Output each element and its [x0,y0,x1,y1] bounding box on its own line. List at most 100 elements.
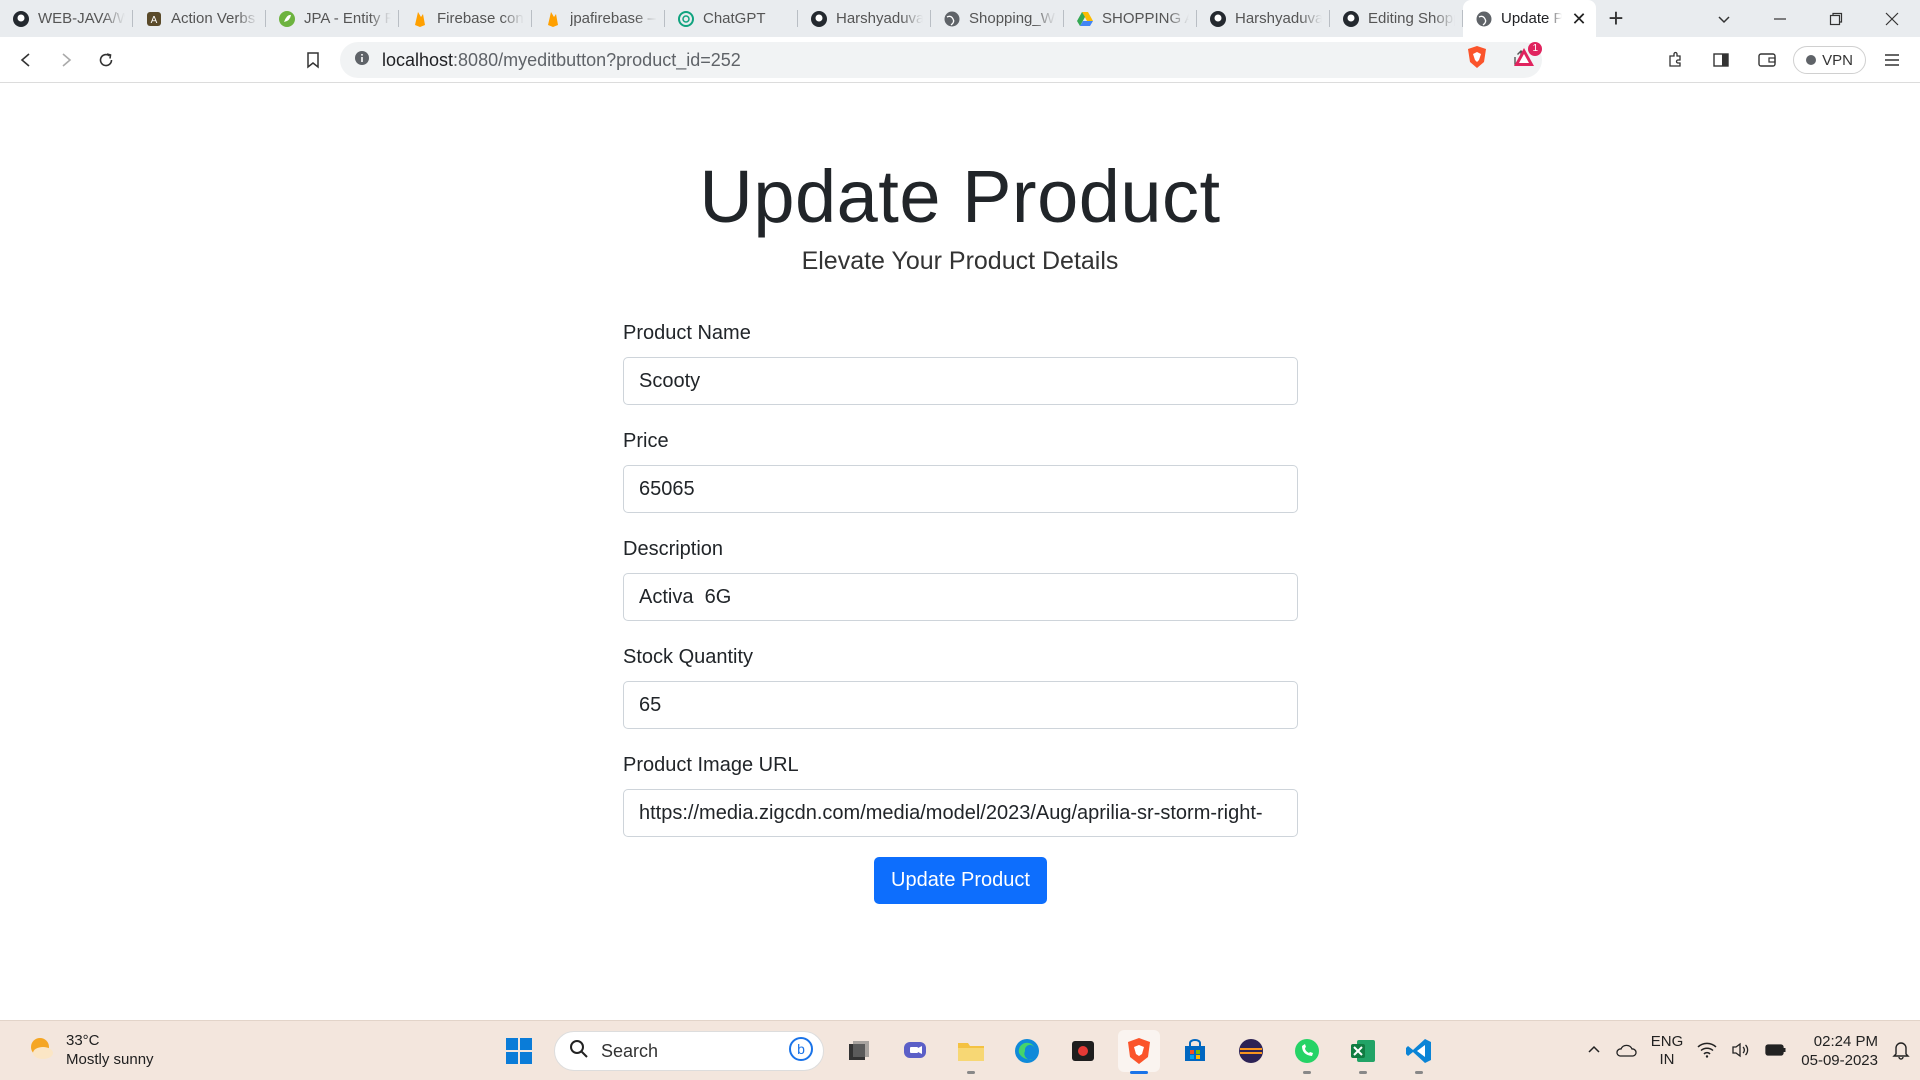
weather-widget[interactable]: 33°C Mostly sunny [26,1031,154,1069]
firebase-icon [544,10,562,28]
browser-tab[interactable]: A Action Verbs [133,0,266,37]
globe-icon [1475,10,1493,28]
battery-charging-icon[interactable] [1765,1043,1787,1060]
screen-recorder-icon[interactable] [1062,1030,1104,1072]
browser-tab[interactable]: Update Product ✕ [1463,0,1596,37]
browser-tab[interactable]: Harshyaduvans [798,0,931,37]
tab-label: Update Product [1501,10,1562,27]
edge-browser-icon[interactable] [1006,1030,1048,1072]
price-label: Price [623,430,669,452]
language-indicator[interactable]: ENG IN [1651,1033,1684,1069]
tab-label: jpafirebase – [570,10,656,27]
window-controls [1696,0,1920,37]
brave-rewards-icon[interactable]: 1 [1512,42,1542,73]
running-indicator [1415,1071,1423,1074]
restore-button[interactable] [1808,0,1864,37]
windows-taskbar: 33°C Mostly sunny Search b ENG IN 02:24 … [0,1020,1920,1080]
extensions-icon[interactable] [1655,42,1695,78]
browser-tab[interactable]: jpafirebase – [532,0,665,37]
description-label: Description [623,538,724,560]
browser-tab[interactable]: Firebase console [399,0,532,37]
taskbar-apps: Search b [498,1027,1440,1075]
brave-browser-icon[interactable] [1118,1030,1160,1074]
file-explorer-icon[interactable] [950,1030,992,1074]
description-input[interactable] [623,573,1298,621]
active-indicator [1130,1071,1148,1074]
wallet-icon[interactable] [1747,42,1787,78]
update-product-button[interactable]: Update Product [874,857,1047,904]
leaf-icon [278,10,296,28]
wifi-icon[interactable] [1697,1042,1717,1061]
excel-icon[interactable] [1342,1030,1384,1074]
vpn-label: VPN [1822,51,1853,69]
bing-icon: b [789,1036,813,1066]
minimize-button[interactable] [1752,0,1808,37]
browser-tab[interactable]: ChatGPT [665,0,798,37]
clock-time: 02:24 PM [1813,1033,1878,1050]
tab-search-chevron-icon[interactable] [1696,0,1752,37]
svg-text:b: b [797,1041,805,1057]
onedrive-cloud-icon[interactable] [1615,1042,1637,1061]
close-window-button[interactable] [1864,0,1920,37]
search-placeholder: Search [601,1040,659,1061]
browser-tab[interactable]: JPA - Entity Rela [266,0,399,37]
tab-label: SHOPPING APP [1102,10,1189,27]
weather-temp: 33°C [66,1032,100,1049]
menu-hamburger-icon[interactable] [1872,42,1912,78]
microsoft-store-icon[interactable] [1174,1030,1216,1072]
browser-tab[interactable]: Editing Shopping [1330,0,1463,37]
whatsapp-icon[interactable] [1286,1030,1328,1074]
lang-top: ENG [1650,1033,1684,1050]
forward-arrow-icon[interactable] [46,42,86,78]
windows-start-icon[interactable] [498,1030,540,1072]
system-clock[interactable]: 02:24 PM 05-09-2023 [1801,1032,1878,1070]
browser-tab[interactable]: Shopping_Web [931,0,1064,37]
tab-label: Harshyaduvans [1235,10,1322,27]
price-input[interactable] [623,465,1298,513]
browser-tab[interactable]: Harshyaduvans [1197,0,1330,37]
product-name-input[interactable] [623,357,1298,405]
vpn-button[interactable]: VPN [1793,46,1866,74]
image-url-input[interactable] [623,789,1298,837]
stock-quantity-label: Stock Quantity [623,646,754,668]
url-host: localhost [382,49,454,70]
bookmark-icon[interactable] [293,42,333,78]
close-tab-icon[interactable]: ✕ [1570,10,1588,28]
toolbar-right: VPN [1655,37,1920,83]
reload-icon[interactable] [86,42,126,78]
running-indicator [967,1071,975,1074]
address-bar[interactable]: localhost:8080/myeditbutton?product_id=2… [340,42,1542,78]
new-tab-button[interactable]: + [1596,0,1636,37]
alert-count-badge: 1 [1528,42,1542,56]
taskbar-search-box[interactable]: Search b [554,1031,824,1071]
back-arrow-icon[interactable] [6,42,46,78]
site-info-icon[interactable] [354,50,370,71]
task-view-icon[interactable] [838,1030,880,1072]
browser-tab[interactable]: WEB-JAVA/WEB [0,0,133,37]
github-icon [1209,10,1227,28]
vscode-icon[interactable] [1398,1030,1440,1074]
eclipse-ide-icon[interactable] [1230,1030,1272,1072]
stock-quantity-input[interactable] [623,681,1298,729]
running-indicator [1303,1071,1311,1074]
sun-cloud-icon [26,1033,56,1068]
tab-label: Editing Shopping [1368,10,1455,27]
github-icon [12,10,30,28]
sidebar-icon[interactable] [1701,42,1741,78]
submit-row: Update Product [623,849,1298,904]
notification-bell-icon[interactable] [1892,1040,1910,1063]
chevron-up-icon[interactable] [1587,1043,1601,1060]
url-path: :8080/myeditbutton?product_id=252 [453,49,741,70]
browser-tab[interactable]: SHOPPING APP [1064,0,1197,37]
url-text: localhost:8080/myeditbutton?product_id=2… [382,50,1512,71]
teams-chat-icon[interactable] [894,1030,936,1072]
page-content: Update Product Elevate Your Product Deta… [0,84,1920,1020]
firebase-icon [411,10,429,28]
tab-label: JPA - Entity Rela [304,10,391,27]
brave-shield-icon[interactable] [1466,45,1488,74]
badge-icon: A [145,10,163,28]
search-icon [569,1039,589,1064]
update-product-form: Product Name Price Description Stock Qua… [623,309,1298,904]
tab-list: WEB-JAVA/WEB A Action Verbs JPA - Entity Re… [0,0,1596,37]
volume-icon[interactable] [1731,1042,1751,1061]
